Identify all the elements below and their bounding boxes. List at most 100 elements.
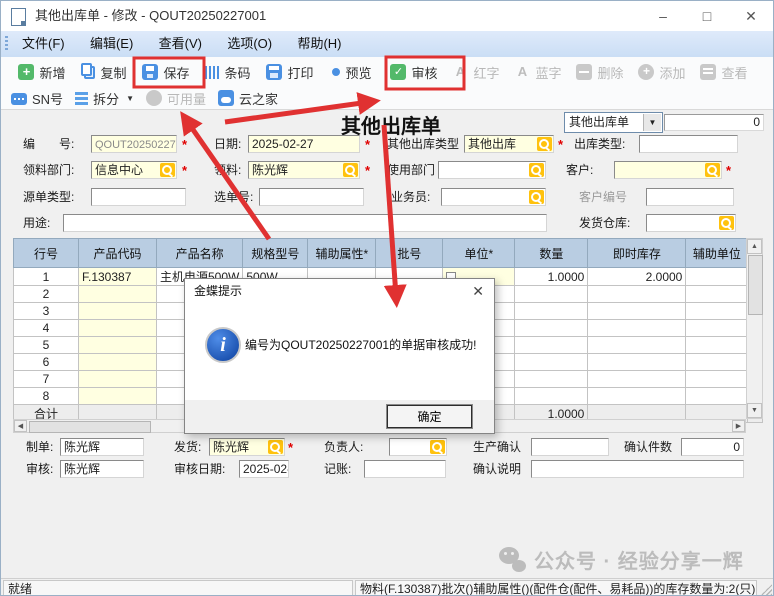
other-out-type-field[interactable]: 其他出库 xyxy=(464,135,554,153)
required-mark: * xyxy=(288,439,293,456)
customer-field[interactable] xyxy=(614,161,722,179)
lookup-icon[interactable] xyxy=(529,190,544,204)
doc-type-select[interactable]: 其他出库单 ▼ xyxy=(564,112,663,133)
bookkeep-field[interactable] xyxy=(364,460,446,478)
principal-label: 负责人: xyxy=(324,439,363,456)
col-qty[interactable]: 数量 xyxy=(515,239,588,268)
print-button[interactable]: 打印 xyxy=(259,57,321,87)
col-batch[interactable]: 批号 xyxy=(376,239,443,268)
customer-no-label: 客户编号 xyxy=(579,189,627,206)
lookup-icon[interactable] xyxy=(537,137,552,151)
col-product-name[interactable]: 产品名称 xyxy=(157,239,243,268)
auditor-label: 审核: xyxy=(26,461,53,478)
menu-view[interactable]: 查看(V) xyxy=(148,31,213,57)
save-button[interactable]: 保存 xyxy=(135,57,197,87)
confirm-note-label: 确认说明 xyxy=(473,461,521,478)
chevron-down-icon[interactable]: ▼ xyxy=(643,114,661,131)
split-dropdown-icon[interactable]: ▼ xyxy=(126,94,134,103)
horizontal-scroll-thumb[interactable] xyxy=(29,421,151,433)
confirm-note-field[interactable] xyxy=(531,460,744,478)
prod-confirm-label: 生产确认 xyxy=(473,439,521,456)
req-person-field[interactable]: 陈光辉 xyxy=(248,161,360,179)
date-field[interactable]: 2025-02-27 xyxy=(248,135,360,153)
vertical-scroll-thumb[interactable] xyxy=(748,255,763,315)
prod-confirm-field[interactable] xyxy=(531,438,609,456)
delete-icon xyxy=(576,64,592,80)
new-button[interactable]: 新增 xyxy=(11,57,73,87)
creator-label: 制单: xyxy=(26,439,53,456)
warehouse-field[interactable] xyxy=(646,214,736,232)
salesman-field[interactable] xyxy=(441,188,546,206)
out-type-label: 出库类型: xyxy=(574,136,625,153)
purpose-field[interactable] xyxy=(63,214,547,232)
confirm-count-field[interactable]: 0 xyxy=(681,438,744,456)
lookup-icon[interactable] xyxy=(343,163,358,177)
scroll-up-icon[interactable]: ▲ xyxy=(747,239,762,254)
barcode-button[interactable]: 条码 xyxy=(197,57,259,87)
audit-button[interactable]: 审核 xyxy=(383,57,445,87)
col-unit[interactable]: 单位* xyxy=(443,239,515,268)
scroll-left-icon[interactable]: ◀ xyxy=(14,420,27,432)
col-stock[interactable]: 即时库存 xyxy=(588,239,686,268)
audit-date-label: 审核日期: xyxy=(174,461,225,478)
required-mark: * xyxy=(182,162,187,179)
watermark-text: 公众号 · 经验分享一辉 xyxy=(534,545,744,574)
status-bar: 就绪 物料(F.130387)批次()辅助属性()(配件仓(配件、易耗品))的库… xyxy=(1,578,773,596)
required-mark: * xyxy=(558,136,563,153)
lookup-icon[interactable] xyxy=(705,163,720,177)
ok-button[interactable]: 确定 xyxy=(387,405,472,428)
doc-no-field[interactable]: QOUT20250227001 xyxy=(91,135,177,153)
menu-grip xyxy=(5,36,8,52)
delete-button: 删除 xyxy=(569,57,631,87)
shipper-field[interactable]: 陈光辉 xyxy=(209,438,285,456)
resize-grip[interactable] xyxy=(759,584,772,596)
sel-no-field[interactable] xyxy=(259,188,364,206)
scroll-right-icon[interactable]: ▶ xyxy=(732,420,745,432)
use-dept-field[interactable] xyxy=(438,161,546,179)
creator-field[interactable]: 陈光辉 xyxy=(60,438,144,456)
menu-file[interactable]: 文件(F) xyxy=(11,31,76,57)
lookup-icon[interactable] xyxy=(268,440,283,454)
col-aux-unit[interactable]: 辅助单位 xyxy=(686,239,748,268)
other-out-type-label: 其他出库类型 xyxy=(387,136,459,153)
col-aux-attr[interactable]: 辅助属性* xyxy=(308,239,376,268)
menu-help[interactable]: 帮助(H) xyxy=(286,31,352,57)
col-product-code[interactable]: 产品代码 xyxy=(79,239,157,268)
status-message: 物料(F.130387)批次()辅助属性()(配件仓(配件、易耗品))的库存数量… xyxy=(355,580,757,596)
minimize-button[interactable]: – xyxy=(641,1,685,31)
red-text-button: 红字 xyxy=(445,57,507,87)
dialog-close-icon[interactable]: ✕ xyxy=(472,279,484,304)
col-line-no[interactable]: 行号 xyxy=(14,239,79,268)
preview-button[interactable]: 预览 xyxy=(321,57,383,87)
menu-options[interactable]: 选项(O) xyxy=(216,31,283,57)
customer-no-field[interactable] xyxy=(646,188,734,206)
info-icon: i xyxy=(205,327,241,363)
new-icon xyxy=(18,64,34,80)
auditor-field[interactable]: 陈光辉 xyxy=(60,460,144,478)
audit-date-field[interactable]: 2025-02-27 xyxy=(239,460,289,478)
yunzhijia-button[interactable]: 云之家 xyxy=(218,87,290,109)
principal-field[interactable] xyxy=(389,438,447,456)
copy-button[interactable]: 复制 xyxy=(73,57,135,87)
print-count-field[interactable]: 0 xyxy=(664,114,764,131)
document-icon xyxy=(11,8,26,26)
lookup-icon[interactable] xyxy=(160,163,175,177)
col-spec[interactable]: 规格型号 xyxy=(243,239,308,268)
maximize-button[interactable]: □ xyxy=(685,1,729,31)
lookup-icon[interactable] xyxy=(529,163,544,177)
src-type-field[interactable] xyxy=(91,188,186,206)
split-button[interactable]: 拆分▼ xyxy=(75,87,146,109)
lookup-icon[interactable] xyxy=(719,216,734,230)
close-button[interactable]: ✕ xyxy=(729,1,773,31)
lookup-icon[interactable] xyxy=(430,440,445,454)
menu-edit[interactable]: 编辑(E) xyxy=(79,31,144,57)
app-window: 其他出库单 - 修改 - QOUT20250227001 – □ ✕ 文件(F)… xyxy=(0,0,774,596)
split-icon xyxy=(75,92,88,105)
out-type-field[interactable] xyxy=(639,135,738,153)
append-button: 添加 xyxy=(631,57,693,87)
vertical-scrollbar[interactable]: ▲ ▼ xyxy=(746,238,763,419)
toolbar: 新增 复制 保存 条码 打印 预览 审核 红字 蓝字 删除 添加 查看 SN号 … xyxy=(1,57,773,110)
req-dept-field[interactable]: 信息中心 xyxy=(91,161,177,179)
sn-button[interactable]: SN号 xyxy=(11,87,75,109)
scroll-down-icon[interactable]: ▼ xyxy=(747,403,762,418)
